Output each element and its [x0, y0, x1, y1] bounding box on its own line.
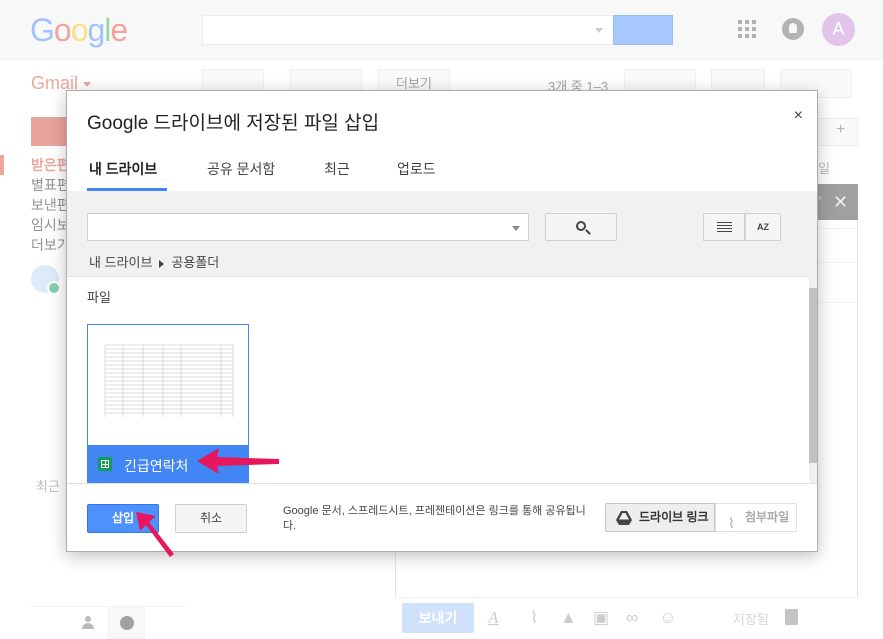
- file-grid: 파일 긴급연락처: [67, 276, 809, 486]
- sharing-note: Google 문서, 스프레드시트, 프레젠테이션은 링크를 통해 공유됩니다.: [283, 505, 586, 532]
- search-icon: [576, 221, 586, 231]
- tab-my-drive[interactable]: 내 드라이브: [89, 159, 157, 179]
- scrollbar-thumb[interactable]: [809, 288, 817, 463]
- picker-content: AZ 내 드라이브 공용폴더 파일 긴급연락처: [67, 191, 817, 486]
- tab-upload[interactable]: 업로드: [397, 159, 436, 179]
- attachment-label: 첨부파일: [745, 510, 790, 524]
- annotation-arrow-file: [197, 448, 279, 474]
- dialog-footer: 삽입 취소 Google 문서, 스프레드시트, 프레젠테이션은 링크를 통해 …: [67, 483, 817, 551]
- sheets-icon: [98, 457, 112, 471]
- drive-link-label: 드라이브 링크: [639, 510, 709, 524]
- dialog-title: Google 드라이브에 저장된 파일 삽입: [87, 113, 380, 134]
- search-dropdown-icon[interactable]: [512, 226, 520, 231]
- attachment-button[interactable]: ⌇ 첨부파일: [715, 503, 797, 532]
- files-section-label: 파일: [87, 290, 111, 305]
- file-name: 긴급연락처: [124, 458, 189, 474]
- close-icon[interactable]: ×: [794, 107, 803, 125]
- sort-az-button[interactable]: AZ: [745, 213, 781, 241]
- annotation-arrow-insert: [136, 512, 174, 557]
- paperclip-icon: ⌇: [728, 515, 735, 531]
- breadcrumb: 내 드라이브 공용폴더: [89, 252, 219, 271]
- file-scrollbar[interactable]: [809, 276, 817, 483]
- breadcrumb-separator-icon: [159, 259, 165, 268]
- drive-search-button[interactable]: [545, 213, 617, 241]
- picker-tabs: 내 드라이브 공유 문서함 최근 업로드: [67, 149, 817, 191]
- tab-shared-with-me[interactable]: 공유 문서함: [207, 159, 275, 179]
- list-view-button[interactable]: [703, 213, 745, 241]
- drive-picker-dialog: Google 드라이브에 저장된 파일 삽입 × 내 드라이브 공유 문서함 최…: [66, 90, 818, 552]
- google-drive-icon: [616, 511, 632, 525]
- cancel-button[interactable]: 취소: [175, 504, 247, 533]
- tab-recent[interactable]: 최근: [324, 159, 350, 179]
- file-thumbnail: [103, 339, 235, 419]
- breadcrumb-shared-folder[interactable]: 공용폴더: [171, 255, 219, 270]
- drive-search-input[interactable]: [87, 213, 529, 241]
- drive-link-button[interactable]: 드라이브 링크: [605, 503, 715, 532]
- breadcrumb-my-drive[interactable]: 내 드라이브: [89, 255, 152, 270]
